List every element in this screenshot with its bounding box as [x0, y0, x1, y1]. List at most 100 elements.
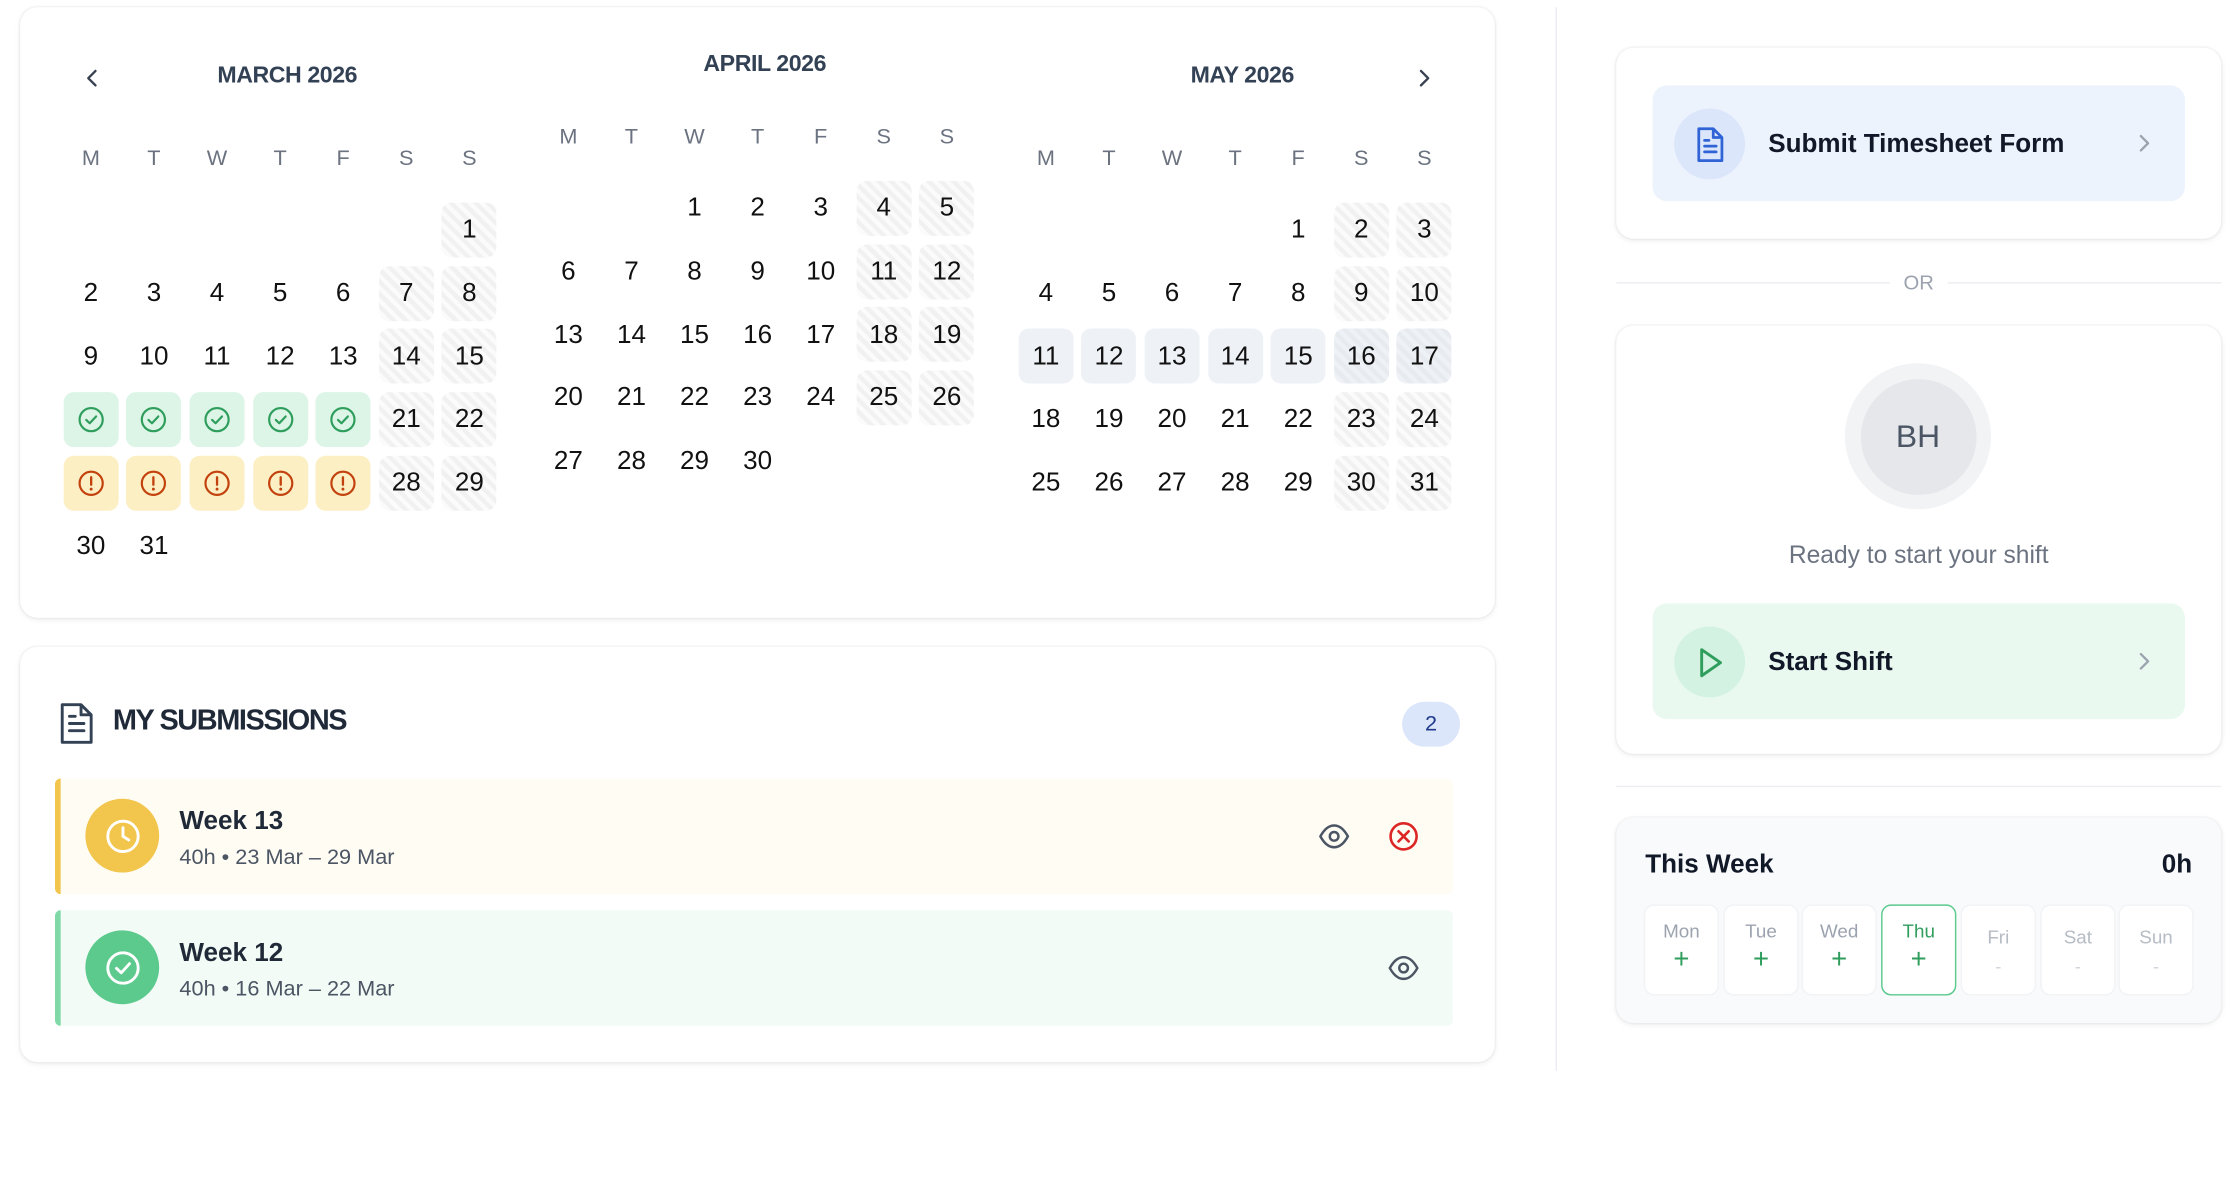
day-number[interactable]: 9 [63, 329, 118, 384]
day-number[interactable]: 13 [541, 307, 596, 362]
day-number[interactable]: 8 [1271, 266, 1326, 321]
day-number[interactable]: 10 [793, 244, 848, 299]
day-current-week[interactable]: 12 [1081, 328, 1137, 384]
day-number[interactable]: 7 [604, 244, 659, 299]
day-number[interactable]: 10 [126, 329, 181, 384]
day-pending[interactable] [315, 455, 371, 511]
day-number[interactable]: 6 [316, 266, 371, 321]
day-weekend[interactable]: 4 [856, 180, 912, 236]
day-weekend[interactable]: 19 [919, 307, 975, 363]
day-weekend[interactable]: 7 [378, 265, 434, 321]
day-number[interactable]: 1 [667, 181, 722, 236]
x-circle-icon[interactable] [1388, 820, 1420, 852]
day-current-week[interactable]: 17 [1396, 328, 1452, 384]
day-weekend[interactable]: 22 [441, 392, 497, 447]
day-tue[interactable]: Tue + [1723, 904, 1799, 996]
day-weekend[interactable]: 15 [441, 328, 497, 384]
day-weekend[interactable]: 28 [378, 455, 434, 511]
day-number[interactable]: 21 [604, 370, 659, 425]
day-weekend[interactable]: 14 [378, 328, 434, 384]
day-number[interactable]: 5 [1081, 266, 1136, 321]
day-number[interactable]: 9 [730, 244, 785, 299]
day-number[interactable]: 17 [793, 307, 848, 362]
day-number[interactable]: 30 [63, 518, 118, 573]
day-number[interactable]: 19 [1081, 392, 1136, 447]
day-weekend[interactable]: 24 [1396, 392, 1452, 447]
day-weekend[interactable]: 10 [1396, 265, 1452, 321]
day-approved[interactable] [315, 392, 371, 447]
day-current-week[interactable]: 13 [1144, 328, 1200, 384]
start-shift-button[interactable]: Start Shift [1652, 603, 2185, 720]
day-number[interactable]: 30 [730, 434, 785, 489]
day-number[interactable]: 11 [190, 329, 245, 384]
day-weekend[interactable]: 25 [856, 370, 912, 426]
day-number[interactable]: 3 [126, 266, 181, 321]
day-pending[interactable] [63, 455, 119, 511]
day-number[interactable]: 5 [253, 266, 308, 321]
day-approved[interactable] [252, 392, 308, 447]
day-number[interactable]: 1 [1271, 202, 1326, 257]
day-number[interactable]: 20 [541, 370, 596, 425]
day-number[interactable]: 16 [730, 307, 785, 362]
day-thu[interactable]: Thu + [1881, 904, 1957, 996]
day-number[interactable]: 21 [1208, 392, 1263, 447]
day-number[interactable]: 25 [1018, 455, 1073, 510]
day-number[interactable]: 20 [1145, 392, 1200, 447]
submission-item[interactable]: Week 13 40h • 23 Mar – 29 Mar [54, 778, 1453, 895]
day-number[interactable]: 22 [1271, 392, 1326, 447]
eye-icon[interactable] [1388, 954, 1420, 983]
day-number[interactable]: 14 [604, 307, 659, 362]
day-number[interactable]: 6 [1145, 266, 1200, 321]
day-current-week[interactable]: 11 [1018, 328, 1074, 384]
submission-item[interactable]: Week 12 40h • 16 Mar – 22 Mar [54, 910, 1453, 1026]
day-weekend[interactable]: 2 [1333, 202, 1389, 258]
day-approved[interactable] [63, 392, 119, 447]
day-weekend[interactable]: 12 [919, 243, 975, 299]
day-number[interactable]: 24 [793, 370, 848, 425]
day-number[interactable]: 8 [667, 244, 722, 299]
day-number[interactable]: 28 [1208, 455, 1263, 510]
day-weekend[interactable]: 3 [1396, 202, 1452, 258]
day-weekend[interactable]: 21 [378, 392, 434, 447]
submit-timesheet-button[interactable]: Submit Timesheet Form [1652, 85, 2185, 202]
day-number[interactable]: 15 [667, 307, 722, 362]
day-weekend[interactable]: 29 [441, 455, 497, 511]
day-weekend[interactable]: 9 [1333, 265, 1389, 321]
day-weekend[interactable]: 11 [856, 243, 912, 299]
day-approved[interactable] [189, 392, 245, 447]
day-mon[interactable]: Mon + [1643, 904, 1720, 996]
day-weekend[interactable]: 26 [919, 370, 975, 426]
day-number[interactable]: 28 [604, 434, 659, 489]
day-number[interactable]: 29 [667, 434, 722, 489]
day-weekend[interactable]: 18 [856, 307, 912, 363]
day-pending[interactable] [252, 455, 308, 511]
eye-icon[interactable] [1318, 822, 1350, 851]
day-number[interactable]: 4 [190, 266, 245, 321]
day-number[interactable]: 12 [253, 329, 308, 384]
day-current-week[interactable]: 16 [1333, 328, 1389, 384]
day-current-week[interactable]: 14 [1207, 328, 1263, 384]
day-number[interactable]: 31 [126, 518, 181, 573]
day-weekend[interactable]: 31 [1396, 455, 1452, 511]
day-weekend[interactable]: 8 [441, 265, 497, 321]
day-number[interactable]: 7 [1208, 266, 1263, 321]
day-number[interactable]: 27 [1145, 455, 1200, 510]
day-number[interactable]: 27 [541, 434, 596, 489]
day-weekend[interactable]: 23 [1333, 392, 1389, 447]
day-number[interactable]: 2 [63, 266, 118, 321]
day-wed[interactable]: Wed + [1801, 904, 1877, 996]
day-number[interactable]: 18 [1018, 392, 1073, 447]
day-number[interactable]: 22 [667, 370, 722, 425]
day-current-week[interactable]: 15 [1270, 328, 1326, 384]
day-weekend[interactable]: 1 [441, 202, 497, 258]
day-weekend[interactable]: 30 [1333, 455, 1389, 511]
day-weekend[interactable]: 5 [919, 180, 975, 236]
day-number[interactable]: 6 [541, 244, 596, 299]
day-number[interactable]: 23 [730, 370, 785, 425]
day-pending[interactable] [189, 455, 245, 511]
day-pending[interactable] [126, 455, 182, 511]
day-number[interactable]: 13 [316, 329, 371, 384]
day-number[interactable]: 29 [1271, 455, 1326, 510]
day-number[interactable]: 26 [1081, 455, 1136, 510]
day-number[interactable]: 3 [793, 181, 848, 236]
